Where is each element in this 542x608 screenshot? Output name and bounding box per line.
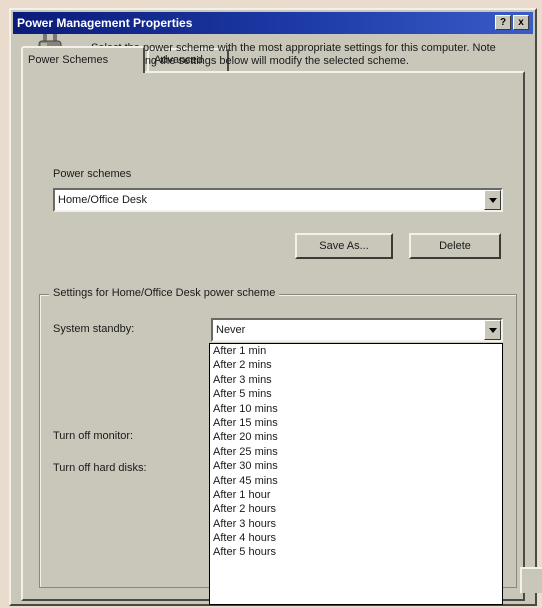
dropdown-option[interactable]: After 30 mins bbox=[210, 459, 502, 473]
dropdown-option[interactable]: After 3 hours bbox=[210, 517, 502, 531]
title-bar[interactable]: Power Management Properties ? x bbox=[13, 12, 533, 34]
dropdown-option[interactable]: After 45 mins bbox=[210, 474, 502, 488]
dropdown-option[interactable]: After 5 mins bbox=[210, 387, 502, 401]
system-standby-value: Never bbox=[216, 324, 246, 336]
description-text: Select the power scheme with the most ap… bbox=[91, 42, 496, 67]
system-standby-label: System standby: bbox=[53, 323, 135, 335]
dropdown-option[interactable]: After 15 mins bbox=[210, 416, 502, 430]
window-title: Power Management Properties bbox=[17, 16, 193, 30]
delete-button[interactable]: Delete bbox=[409, 233, 501, 259]
dropdown-option[interactable]: After 2 hours bbox=[210, 502, 502, 516]
chevron-down-icon[interactable] bbox=[484, 320, 501, 340]
dropdown-option[interactable]: After 1 hour bbox=[210, 488, 502, 502]
turn-off-monitor-label: Turn off monitor: bbox=[53, 430, 134, 442]
dropdown-option[interactable]: After 20 mins bbox=[210, 430, 502, 444]
close-button[interactable]: x bbox=[513, 15, 529, 30]
dropdown-option[interactable]: After 25 mins bbox=[210, 445, 502, 459]
dropdown-option[interactable]: After 1 min bbox=[210, 344, 502, 358]
dropdown-option[interactable]: After 10 mins bbox=[210, 402, 502, 416]
power-schemes-label: Power schemes bbox=[53, 168, 132, 180]
tab-power-schemes[interactable]: Power Schemes bbox=[21, 46, 145, 73]
settings-group-title: Settings for Home/Office Desk power sche… bbox=[49, 287, 280, 299]
dropdown-option[interactable]: After 4 hours bbox=[210, 531, 502, 545]
chevron-down-icon[interactable] bbox=[484, 190, 501, 210]
dropdown-option[interactable]: After 2 mins bbox=[210, 358, 502, 372]
power-schemes-value: Home/Office Desk bbox=[58, 194, 148, 206]
power-schemes-select[interactable]: Home/Office Desk bbox=[53, 188, 503, 212]
system-standby-select[interactable]: Never bbox=[211, 318, 503, 342]
help-button[interactable]: ? bbox=[495, 15, 511, 30]
dropdown-option[interactable]: After 5 hours bbox=[210, 545, 502, 559]
standby-options-dropdown[interactable]: After 1 min After 2 mins After 3 mins Af… bbox=[209, 343, 503, 605]
save-as-button[interactable]: Save As... bbox=[295, 233, 393, 259]
ok-button-partial[interactable] bbox=[520, 567, 542, 593]
turn-off-hard-disks-label: Turn off hard disks: bbox=[53, 462, 147, 474]
dropdown-option[interactable]: After 3 mins bbox=[210, 373, 502, 387]
